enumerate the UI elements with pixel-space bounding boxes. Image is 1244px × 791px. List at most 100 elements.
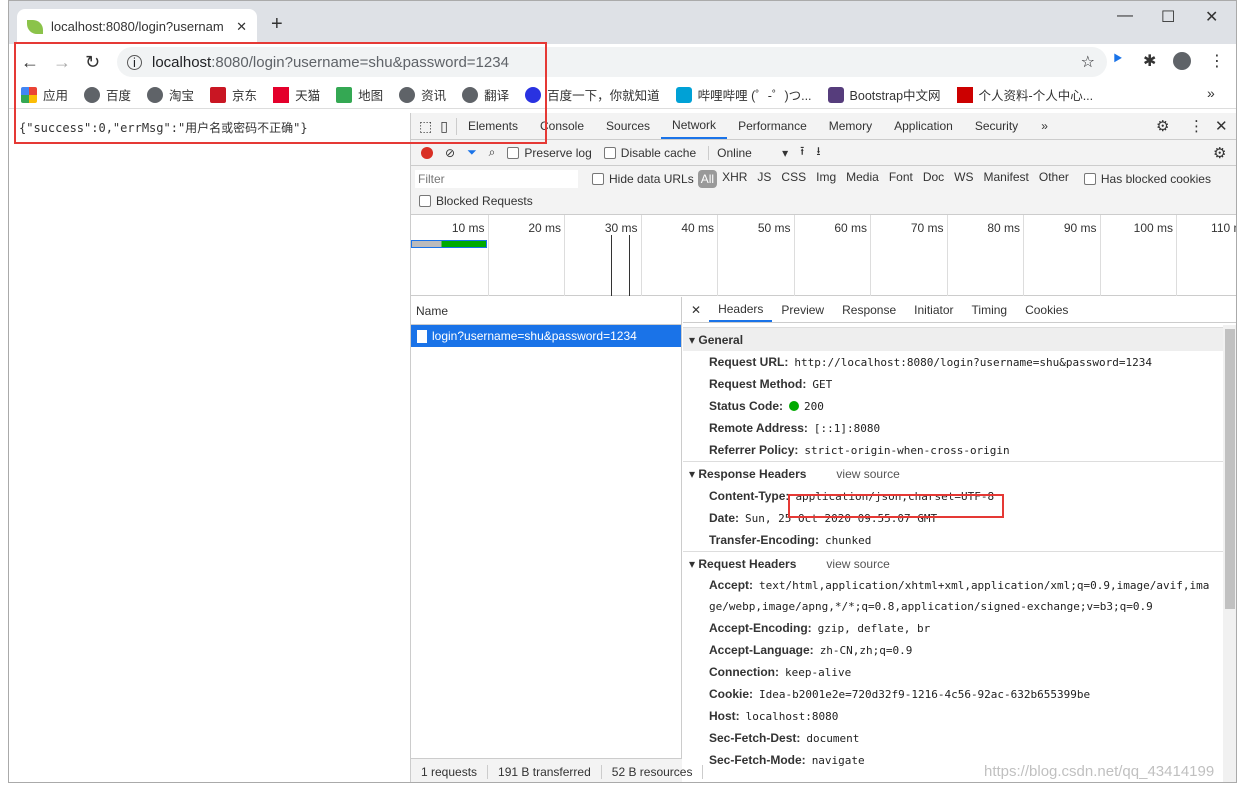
network-settings-icon[interactable]: ⚙ xyxy=(1213,144,1226,162)
filter-type-xhr[interactable]: XHR xyxy=(717,170,752,188)
import-har-icon[interactable]: ⭱ xyxy=(800,142,804,163)
bookmark-star-icon[interactable]: ☆ xyxy=(1081,52,1095,72)
filter-type-css[interactable]: CSS xyxy=(776,170,811,188)
throttle-select[interactable]: Online ▾ xyxy=(708,145,788,160)
bookmark-item[interactable]: Bootstrap中文网 xyxy=(827,85,941,104)
timeline-bar xyxy=(411,240,487,248)
filter-type-font[interactable]: Font xyxy=(884,170,918,188)
timeline-tick: 60 ms xyxy=(834,215,871,296)
close-details-icon[interactable]: ✕ xyxy=(683,303,709,317)
header-name: Sec-Fetch-Dest: xyxy=(709,731,801,745)
detail-tab-headers[interactable]: Headers xyxy=(709,297,773,322)
profile-avatar-icon[interactable] xyxy=(1173,52,1191,70)
header-name: Accept-Encoding: xyxy=(709,621,812,635)
filter-bar: Hide data URLs AllXHRJSCSSImgMediaFontDo… xyxy=(411,166,1236,215)
devtools-tab-security[interactable]: Security xyxy=(964,113,1029,139)
page-content: {"success":0,"errMsg":"用户名或密码不正确"} xyxy=(9,113,410,782)
filter-type-doc[interactable]: Doc xyxy=(918,170,949,188)
new-tab-button[interactable]: + xyxy=(271,13,283,36)
detail-tabs: ✕ Headers Preview Response Initiator Timing C… xyxy=(683,297,1236,323)
header-value: chunked xyxy=(825,533,872,547)
filter-type-manifest[interactable]: Manifest xyxy=(979,170,1034,188)
menu-dots-icon[interactable]: ⋮ xyxy=(1209,51,1225,71)
details-scrollbar[interactable] xyxy=(1223,325,1236,782)
browser-window: localhost:8080/login?usernam ✕ + — ☐ ✕ ←… xyxy=(8,0,1237,783)
response-headers-section-header[interactable]: ▾ Response Headers view source xyxy=(683,461,1236,485)
hide-data-urls-checkbox[interactable]: Hide data URLs xyxy=(592,172,694,186)
header-name: Referrer Policy: xyxy=(709,443,799,457)
devtools-tab-performance[interactable]: Performance xyxy=(727,113,818,139)
detail-tab-preview[interactable]: Preview xyxy=(772,297,833,322)
more-bookmarks-icon[interactable]: » xyxy=(1207,85,1215,101)
close-tab-icon[interactable]: ✕ xyxy=(236,19,247,35)
search-icon[interactable]: ⌕ xyxy=(489,145,496,160)
general-section-header[interactable]: ▾ General xyxy=(683,327,1236,351)
bookmark-label: Bootstrap中文网 xyxy=(849,89,941,103)
detail-tab-initiator[interactable]: Initiator xyxy=(905,297,962,322)
more-tabs-icon[interactable]: » xyxy=(1029,119,1060,133)
header-name: Host: xyxy=(709,709,740,723)
filter-input[interactable] xyxy=(415,170,578,188)
detail-tab-cookies[interactable]: Cookies xyxy=(1016,297,1077,322)
browser-tab[interactable]: localhost:8080/login?usernam ✕ xyxy=(17,9,257,44)
view-source-link[interactable]: view source xyxy=(836,467,899,481)
devtools-tab-network[interactable]: Network xyxy=(661,113,728,139)
devtools-menu-icon[interactable]: ⋮ xyxy=(1189,117,1204,135)
devtools-tab-memory[interactable]: Memory xyxy=(818,113,883,139)
filter-type-js[interactable]: JS xyxy=(752,170,776,188)
blocked-requests-checkbox[interactable]: Blocked Requests xyxy=(411,194,1236,208)
watermark: https://blog.csdn.net/qq_43414199 xyxy=(984,763,1215,780)
minimize-button[interactable]: — xyxy=(1117,7,1133,25)
detail-tab-timing[interactable]: Timing xyxy=(963,297,1017,322)
header-value: http://localhost:8080/login?username=shu… xyxy=(794,355,1152,369)
header-value: [::1]:8080 xyxy=(813,421,881,435)
clear-icon[interactable]: ⊘ xyxy=(445,146,455,160)
close-window-button[interactable]: ✕ xyxy=(1205,7,1218,27)
devtools-panel: ⬚ ▯ Elements Console Sources Network Perform… xyxy=(410,113,1236,782)
filter-funnel-icon[interactable]: ⏷ xyxy=(467,145,477,160)
close-devtools-icon[interactable]: ✕ xyxy=(1215,117,1228,135)
header-name: Sec-Fetch-Mode: xyxy=(709,753,806,767)
header-value: strict-origin-when-cross-origin xyxy=(804,443,1010,457)
bookmark-item[interactable]: 个人资料-个人中心... xyxy=(956,85,1093,104)
header-name: Accept-Language: xyxy=(709,643,814,657)
devtools-tab-application[interactable]: Application xyxy=(883,113,964,139)
timeline-tick: 10 ms xyxy=(452,215,489,296)
has-blocked-cookies-checkbox[interactable]: Has blocked cookies xyxy=(1083,172,1211,186)
settings-gear-icon[interactable]: ⚙ xyxy=(1156,117,1169,135)
highlight-box-url-and-body xyxy=(14,42,547,144)
view-source-link[interactable]: view source xyxy=(826,557,889,571)
header-value: keep-alive xyxy=(785,665,852,679)
preserve-log-checkbox[interactable]: Preserve log xyxy=(507,146,592,160)
load-marker xyxy=(629,235,630,296)
detail-tab-response[interactable]: Response xyxy=(833,297,905,322)
devtools-tab-sources[interactable]: Sources xyxy=(595,113,661,139)
request-row[interactable]: login?username=shu&password=1234 xyxy=(411,325,681,347)
spring-leaf-icon xyxy=(27,19,43,34)
extension-icon[interactable]: ⯈ xyxy=(1111,51,1124,69)
status-item: 191 B transferred xyxy=(488,764,602,779)
filter-type-media[interactable]: Media xyxy=(841,170,884,188)
request-headers-section-header[interactable]: ▾ Request Headers view source xyxy=(683,551,1236,575)
header-name: Content-Type: xyxy=(709,489,790,503)
name-column-header[interactable]: Name xyxy=(411,297,681,325)
header-row: Request Method: GET xyxy=(683,373,1236,395)
filter-type-ws[interactable]: WS xyxy=(949,170,978,188)
network-timeline-overview[interactable]: 10 ms 20 ms 30 ms 40 ms 50 ms 60 ms 70 ms 80 ms… xyxy=(411,215,1236,296)
timeline-tick: 40 ms xyxy=(681,215,718,296)
timeline-tick: 90 ms xyxy=(1064,215,1101,296)
header-value: GET xyxy=(812,377,833,391)
filter-type-other[interactable]: Other xyxy=(1034,170,1074,188)
header-value: zh-CN,zh;q=0.9 xyxy=(819,643,913,657)
maximize-button[interactable]: ☐ xyxy=(1161,7,1175,27)
puzzle-extensions-icon[interactable]: ✱ xyxy=(1143,51,1156,71)
filter-type-all[interactable]: All xyxy=(697,170,718,188)
bookmark-label: 百度一下，你就知道 xyxy=(547,89,660,103)
filter-type-img[interactable]: Img xyxy=(811,170,841,188)
bilibili-icon xyxy=(675,86,692,103)
disable-cache-checkbox[interactable]: Disable cache xyxy=(603,146,696,160)
record-icon[interactable] xyxy=(421,146,433,159)
export-har-icon[interactable]: ⭳ xyxy=(816,142,820,163)
bookmark-item[interactable]: 哔哩哔哩 (゜-゜)つ... xyxy=(675,85,812,104)
header-name: Connection: xyxy=(709,665,779,679)
